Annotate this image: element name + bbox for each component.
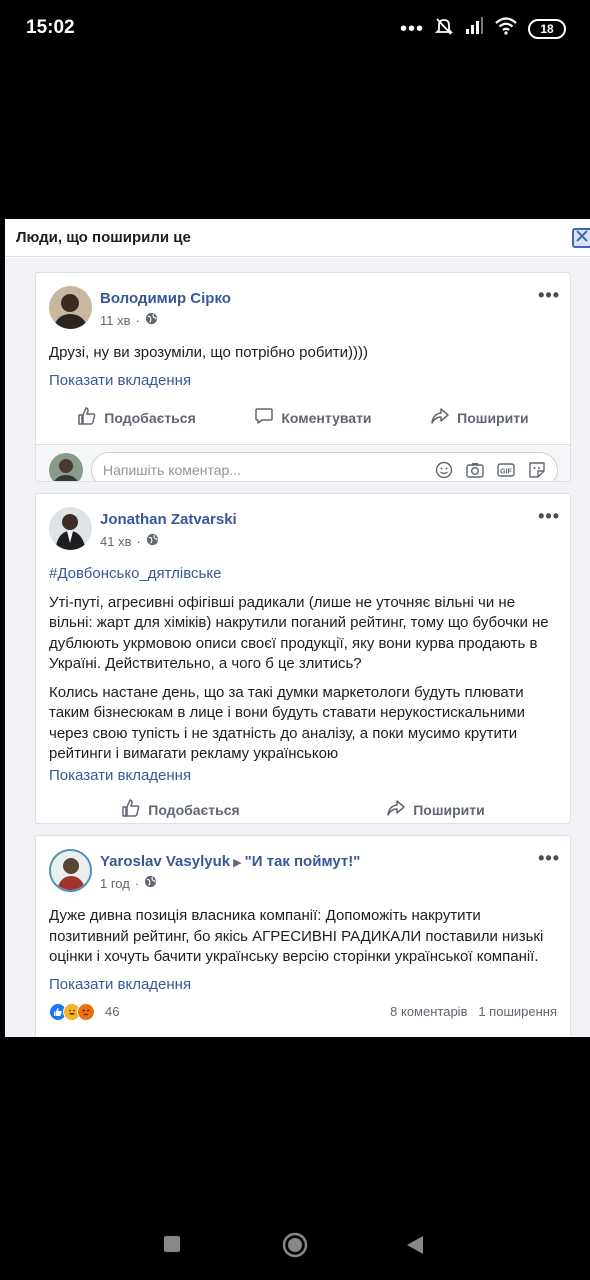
post-time[interactable]: 11 хв <box>100 313 131 328</box>
mute-icon <box>434 16 454 41</box>
camera-icon[interactable] <box>465 460 485 482</box>
post-text: #Довбонсько_дятлівське Уті-путі, агресив… <box>36 564 570 765</box>
like-icon <box>121 798 141 821</box>
more-icon: ••• <box>538 506 560 526</box>
reactions-summary[interactable]: 46 8 коментарів 1 поширення <box>49 999 557 1027</box>
share-button[interactable]: Поширити <box>386 798 485 821</box>
share-icon <box>430 406 450 429</box>
post-time[interactable]: 1 год <box>100 876 130 891</box>
post-card: Jonathan Zatvarski 41 хв · ••• #Довбонсь… <box>35 493 571 824</box>
arrow-right-icon: ▶ <box>233 857 242 869</box>
share-icon <box>386 798 406 821</box>
share-label: Поширити <box>413 801 485 818</box>
shares-count-link[interactable]: 1 поширення <box>478 1004 557 1019</box>
post-paragraph: Друзі, ну ви зрозуміли, що потрібно роби… <box>49 344 369 361</box>
shares-feed[interactable]: Володимир Сірко 11 хв · ••• Друзі, ну ви… <box>5 258 590 1037</box>
more-options-button[interactable]: ••• <box>538 285 560 306</box>
like-icon <box>77 406 97 429</box>
avatar[interactable] <box>49 507 92 550</box>
dialog-header: Люди, що поширили це <box>5 219 590 257</box>
comment-label: Коментувати <box>281 409 372 426</box>
post-header: Володимир Сірко 11 хв · ••• <box>36 273 570 343</box>
globe-icon <box>144 875 157 891</box>
dialog-title: Люди, що поширили це <box>16 229 191 246</box>
comment-tools: GIF <box>434 460 547 482</box>
avatar[interactable] <box>49 452 83 481</box>
svg-text:GIF: GIF <box>500 468 512 475</box>
reaction-icons <box>49 1002 95 1021</box>
avatar[interactable] <box>49 286 92 329</box>
post-paragraph: Уті-путі, агресивні офігівші радикали (л… <box>49 593 549 673</box>
show-attachment-link[interactable]: Показати вкладення <box>36 372 570 389</box>
like-button[interactable]: Подобається <box>121 798 240 821</box>
post-actions: Подобається Коментувати Поширити <box>48 398 558 438</box>
sticker-icon[interactable] <box>527 460 547 482</box>
home-button[interactable] <box>282 1232 308 1263</box>
status-time: 15:02 <box>26 17 75 38</box>
post-header: Jonathan Zatvarski 41 хв · ••• <box>36 494 570 564</box>
author-name[interactable]: Jonathan Zatvarski <box>100 511 237 528</box>
post-time[interactable]: 41 хв <box>100 534 131 549</box>
post-paragraph: Колись настане день, що за такі думки ма… <box>49 683 525 763</box>
wifi-icon <box>494 16 518 41</box>
comment-input[interactable]: Напишіть коментар... GIF <box>91 451 558 482</box>
page-link[interactable]: "И так поймут!" <box>245 853 361 870</box>
more-icon: ••• <box>538 285 560 305</box>
author-name[interactable]: Yaroslav Vasylyuk ▶ "И так поймут!" <box>100 853 360 870</box>
author-name[interactable]: Володимир Сірко <box>100 290 231 307</box>
like-label: Подобається <box>148 801 240 818</box>
reactions-count: 46 <box>105 1003 120 1019</box>
angry-reaction-icon <box>77 1002 95 1021</box>
battery-indicator: 18 <box>528 18 566 39</box>
emoji-icon[interactable] <box>434 460 454 482</box>
share-button[interactable]: Поширити <box>430 406 529 429</box>
show-attachment-link[interactable]: Показати вкладення <box>36 767 570 784</box>
post-meta: 1 год · <box>100 875 157 891</box>
status-bar: 15:02 ••• 18 <box>0 0 590 58</box>
notification-dots: ••• <box>399 17 424 40</box>
close-button[interactable] <box>572 228 590 248</box>
comment-composer: Напишіть коментар... GIF <box>36 443 570 482</box>
status-icons: ••• 18 <box>400 16 566 41</box>
close-icon <box>576 229 588 247</box>
post-text: Дуже дивна позиція власника компанії: До… <box>36 906 570 968</box>
like-label: Подобається <box>104 409 196 426</box>
comment-icon <box>254 406 274 429</box>
signal-icon <box>464 16 484 41</box>
post-paragraph: Дуже дивна позиція власника компанії: До… <box>49 907 544 965</box>
post-meta: 11 хв · <box>100 312 158 328</box>
author-link[interactable]: Yaroslav Vasylyuk <box>100 853 230 870</box>
more-options-button[interactable]: ••• <box>538 506 560 527</box>
post-meta: 41 хв · <box>100 533 159 549</box>
hashtag-link[interactable]: #Довбонсько_дятлівське <box>49 564 557 585</box>
post-actions: Подобається Поширити <box>48 790 558 824</box>
avatar[interactable] <box>49 849 92 892</box>
post-text: Друзі, ну ви зрозуміли, що потрібно роби… <box>36 343 570 364</box>
comments-count-link[interactable]: 8 коментарів <box>390 1004 467 1019</box>
globe-icon <box>145 312 158 328</box>
more-options-button[interactable]: ••• <box>538 848 560 869</box>
navigation-bar <box>0 1040 590 1280</box>
globe-icon <box>146 533 159 549</box>
recent-apps-button[interactable] <box>163 1235 181 1258</box>
more-icon: ••• <box>538 848 560 868</box>
share-label: Поширити <box>457 409 529 426</box>
engagement-counts: 8 коментарів 1 поширення <box>390 1004 557 1019</box>
post-card: Yaroslav Vasylyuk ▶ "И так поймут!" 1 год … <box>35 835 571 1037</box>
comment-button[interactable]: Коментувати <box>254 406 372 429</box>
gif-icon[interactable]: GIF <box>496 460 516 482</box>
post-card: Володимир Сірко 11 хв · ••• Друзі, ну ви… <box>35 272 571 482</box>
like-button[interactable]: Подобається <box>77 406 196 429</box>
shares-dialog: Люди, що поширили це Володимир Сірко 11 … <box>5 219 590 1037</box>
back-button[interactable] <box>406 1235 424 1260</box>
post-header: Yaroslav Vasylyuk ▶ "И так поймут!" 1 год … <box>36 836 570 906</box>
show-attachment-link[interactable]: Показати вкладення <box>36 976 570 993</box>
comment-placeholder: Напишіть коментар... <box>103 461 241 478</box>
